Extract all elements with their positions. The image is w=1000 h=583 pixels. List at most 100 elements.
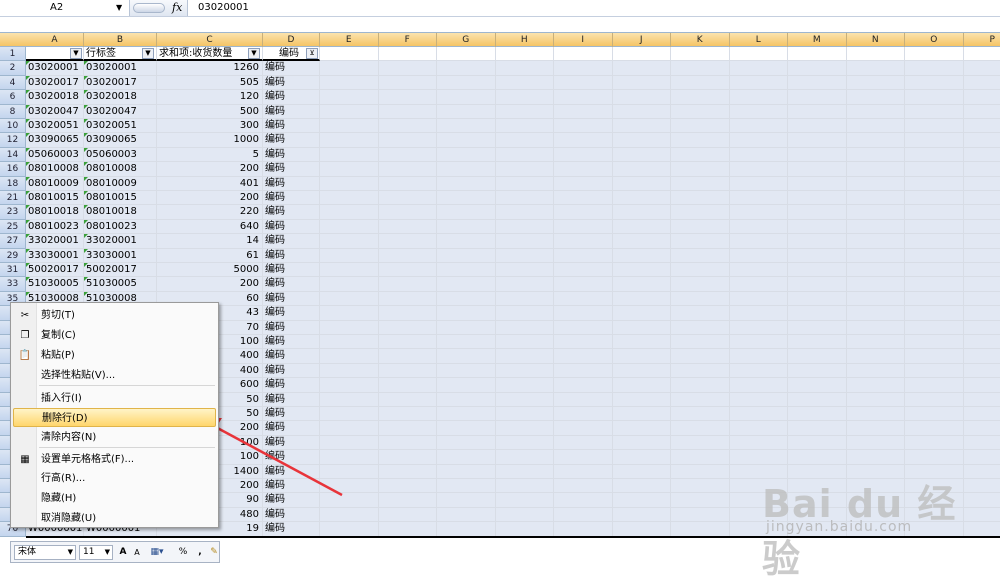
cell[interactable] [905, 292, 964, 306]
cell[interactable] [613, 465, 672, 479]
table-row[interactable]: 3150020017500200175000编码 [0, 263, 1000, 277]
cell[interactable] [554, 407, 613, 421]
cell[interactable] [671, 479, 730, 493]
cell[interactable] [613, 263, 672, 277]
cell[interactable] [554, 177, 613, 191]
cell-d[interactable]: 编码 [263, 421, 320, 435]
cell-b[interactable]: 03090065 [84, 133, 157, 147]
cell[interactable] [847, 162, 906, 176]
cell[interactable] [554, 508, 613, 522]
cell[interactable] [671, 378, 730, 392]
cell[interactable] [964, 162, 1000, 176]
cell-a[interactable]: 05060003 [26, 148, 84, 162]
cell[interactable] [730, 220, 789, 234]
row-header[interactable]: 16 [0, 162, 26, 176]
cell-d[interactable]: 编码 [263, 162, 320, 176]
cell[interactable] [964, 148, 1000, 162]
table-row[interactable]: 160801000808010008200编码 [0, 162, 1000, 176]
cell[interactable] [320, 220, 379, 234]
cell[interactable] [437, 465, 496, 479]
cell[interactable] [905, 277, 964, 291]
cell[interactable] [905, 76, 964, 90]
cell[interactable] [730, 234, 789, 248]
cell[interactable] [437, 321, 496, 335]
table-row[interactable]: 60302001803020018120编码 [0, 90, 1000, 104]
cell[interactable] [730, 119, 789, 133]
cell-b[interactable]: 50020017 [84, 263, 157, 277]
cell[interactable] [320, 191, 379, 205]
cell-b[interactable]: 08010015 [84, 191, 157, 205]
cell[interactable] [730, 393, 789, 407]
cell-d[interactable]: 编码 [263, 450, 320, 464]
cell[interactable] [788, 421, 847, 435]
cell-a[interactable]: 33030001 [26, 249, 84, 263]
format-painter-icon[interactable]: ✎ [209, 545, 219, 560]
cell[interactable] [788, 249, 847, 263]
cell[interactable] [964, 76, 1000, 90]
cell[interactable] [730, 335, 789, 349]
cell[interactable] [671, 407, 730, 421]
cell-d[interactable]: 编码 [263, 76, 320, 90]
cell[interactable] [496, 321, 555, 335]
cell-d[interactable]: 编码 [263, 234, 320, 248]
row-header[interactable]: 8 [0, 105, 26, 119]
cell[interactable] [964, 436, 1000, 450]
accounting-format-icon[interactable]: ▦▾ [149, 545, 165, 560]
cell[interactable] [554, 493, 613, 507]
cell[interactable] [554, 191, 613, 205]
cell[interactable] [847, 205, 906, 219]
formula-bar-resize-handle[interactable] [133, 3, 165, 13]
cell-d[interactable]: 编码 [263, 321, 320, 335]
cell[interactable] [964, 47, 1000, 61]
cell-d[interactable]: 编码 [263, 191, 320, 205]
cell-c[interactable]: 61 [157, 249, 263, 263]
cell[interactable] [320, 205, 379, 219]
row-header[interactable]: 14 [0, 148, 26, 162]
cell[interactable] [671, 177, 730, 191]
cell[interactable] [847, 90, 906, 104]
cell[interactable] [496, 177, 555, 191]
cell[interactable] [379, 90, 438, 104]
column-header-b[interactable]: B [84, 33, 157, 47]
cell[interactable] [847, 321, 906, 335]
cell-d[interactable]: 编码 [263, 205, 320, 219]
cell[interactable] [905, 364, 964, 378]
chevron-down-icon[interactable]: ▼ [68, 546, 73, 559]
cell[interactable] [379, 263, 438, 277]
cell-a[interactable]: 03020001 [26, 61, 84, 75]
cell-b[interactable]: 03020018 [84, 90, 157, 104]
cell[interactable] [437, 90, 496, 104]
cell[interactable] [437, 522, 496, 536]
cell[interactable] [847, 105, 906, 119]
table-row[interactable]: 210801001508010015200编码 [0, 191, 1000, 205]
cell-c[interactable]: 401 [157, 177, 263, 191]
cell[interactable] [437, 436, 496, 450]
cell[interactable] [379, 306, 438, 320]
cell[interactable] [788, 335, 847, 349]
cell[interactable] [788, 61, 847, 75]
cell[interactable] [613, 393, 672, 407]
cell[interactable] [554, 90, 613, 104]
cell[interactable] [847, 364, 906, 378]
cell[interactable] [379, 47, 438, 61]
cell[interactable] [437, 306, 496, 320]
cell-c[interactable]: 300 [157, 119, 263, 133]
row-header[interactable]: 27 [0, 234, 26, 248]
cell[interactable] [554, 335, 613, 349]
cell[interactable] [379, 162, 438, 176]
cell[interactable] [788, 292, 847, 306]
cell[interactable] [496, 191, 555, 205]
cell[interactable] [613, 321, 672, 335]
cell[interactable] [671, 321, 730, 335]
cell[interactable] [788, 205, 847, 219]
percent-style-button[interactable]: % [177, 545, 189, 560]
cell-c[interactable]: 200 [157, 162, 263, 176]
cell[interactable] [847, 263, 906, 277]
cell[interactable] [437, 349, 496, 363]
menu-item[interactable]: ✂剪切(T) [13, 306, 216, 325]
cell[interactable] [437, 479, 496, 493]
cell[interactable] [496, 220, 555, 234]
cell[interactable] [437, 277, 496, 291]
cell-b[interactable]: 08010009 [84, 177, 157, 191]
cell[interactable] [847, 148, 906, 162]
